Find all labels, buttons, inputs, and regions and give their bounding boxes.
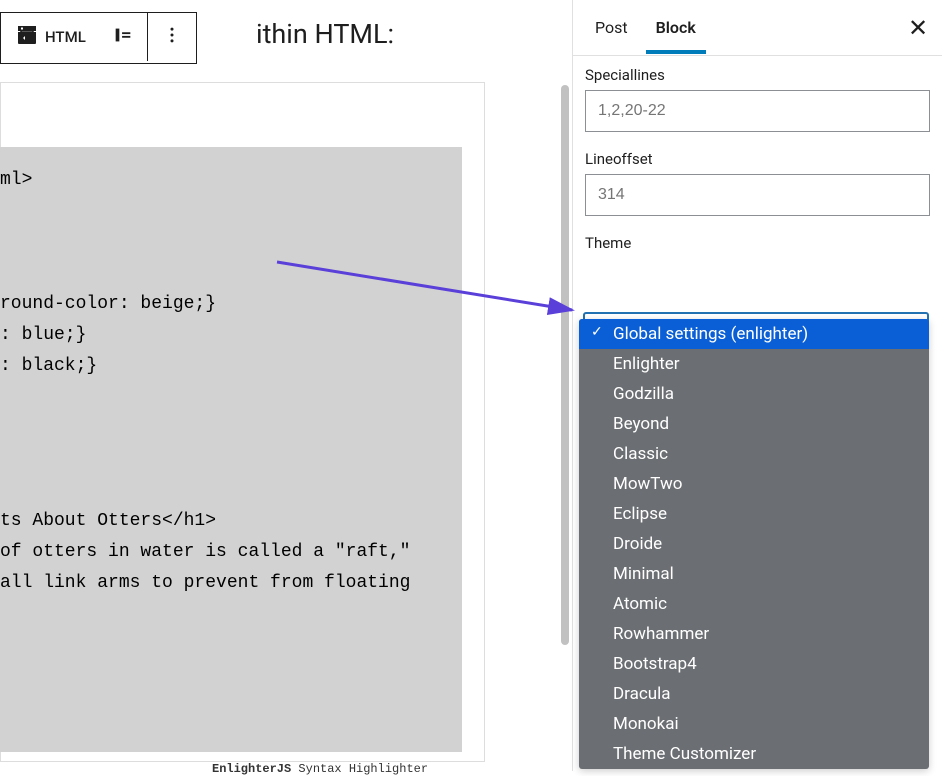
field-lineoffset: Lineoffset — [585, 150, 930, 216]
more-options-button[interactable] — [148, 13, 196, 61]
heading-fragment: ithin HTML: — [256, 18, 394, 50]
speciallines-input[interactable] — [585, 90, 930, 132]
tab-block[interactable]: Block — [642, 2, 710, 53]
close-sidebar-button[interactable]: ✕ — [904, 14, 932, 42]
sidebar-tabs: Post Block ✕ — [573, 0, 942, 56]
tab-post[interactable]: Post — [581, 2, 642, 53]
block-type-button[interactable]: HTML — [1, 13, 100, 61]
block-footer-label: EnlighterJS Syntax Highlighter — [212, 762, 428, 776]
theme-option-minimal[interactable]: Minimal — [579, 559, 929, 589]
theme-label: Theme — [585, 234, 930, 252]
align-button[interactable] — [100, 13, 148, 61]
code-line: of otters in water is called a "raft," — [0, 542, 410, 562]
theme-dropdown[interactable]: Global settings (enlighter) Enlighter Go… — [579, 319, 929, 769]
code-line: : blue;} — [0, 325, 86, 345]
field-speciallines: Speciallines — [585, 66, 930, 132]
theme-option-bootstrap4[interactable]: Bootstrap4 — [579, 649, 929, 679]
lineoffset-label: Lineoffset — [585, 150, 930, 168]
code-line: round-color: beige;} — [0, 294, 216, 314]
theme-option-godzilla[interactable]: Godzilla — [579, 379, 929, 409]
code-block[interactable]: ml> round-color: beige;} : blue;} : blac… — [0, 147, 462, 752]
theme-option-monokai[interactable]: Monokai — [579, 709, 929, 739]
theme-option-customizer[interactable]: Theme Customizer — [579, 739, 929, 769]
theme-option-rowhammer[interactable]: Rowhammer — [579, 619, 929, 649]
html-block-icon — [15, 23, 39, 51]
align-icon — [112, 24, 134, 50]
footer-brand: EnlighterJS — [212, 762, 291, 776]
speciallines-label: Speciallines — [585, 66, 930, 84]
theme-option-mowtwo[interactable]: MowTwo — [579, 469, 929, 499]
theme-option-droide[interactable]: Droide — [579, 529, 929, 559]
block-toolbar: HTML — [0, 12, 197, 64]
scrollbar[interactable] — [559, 0, 571, 771]
code-line: : black;} — [0, 356, 97, 376]
code-line: ml> — [0, 170, 32, 190]
lineoffset-input[interactable] — [585, 174, 930, 216]
kebab-icon — [162, 25, 182, 49]
footer-suffix: Syntax Highlighter — [291, 762, 428, 776]
scrollbar-thumb[interactable] — [561, 85, 569, 645]
block-type-label: HTML — [45, 28, 86, 46]
close-icon: ✕ — [908, 14, 928, 42]
code-line: ts About Otters</h1> — [0, 511, 216, 531]
theme-option-beyond[interactable]: Beyond — [579, 409, 929, 439]
theme-option-classic[interactable]: Classic — [579, 439, 929, 469]
field-theme: Theme — [585, 234, 930, 252]
theme-option-enlighter[interactable]: Enlighter — [579, 349, 929, 379]
theme-option-global[interactable]: Global settings (enlighter) — [579, 319, 929, 349]
theme-option-eclipse[interactable]: Eclipse — [579, 499, 929, 529]
theme-option-atomic[interactable]: Atomic — [579, 589, 929, 619]
code-line: all link arms to prevent from floating — [0, 573, 410, 593]
theme-option-dracula[interactable]: Dracula — [579, 679, 929, 709]
